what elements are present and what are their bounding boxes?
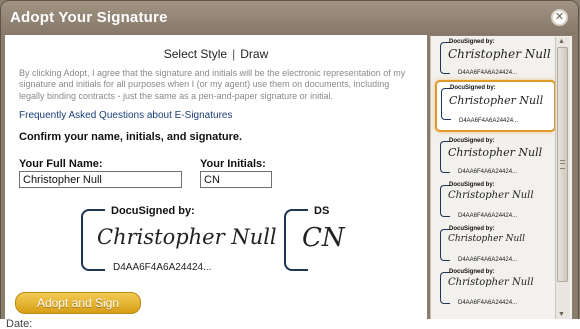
option-id: D4AA6F4A6A24424... (458, 70, 518, 76)
option-id: D4AA6F4A6A24424... (458, 169, 518, 175)
style-tabs: Select Style | Draw (5, 47, 427, 61)
signature-preview-id: D4AA6F4A6A24424... (113, 262, 212, 273)
full-name-input[interactable] (19, 171, 182, 188)
option-signature: Christopher Null (448, 146, 543, 159)
option-header: DocuSigned by: (449, 182, 495, 188)
background-date-label: Date: (6, 318, 33, 329)
option-header: DocuSigned by: (450, 85, 496, 91)
option-id: D4AA6F4A6A24424... (458, 300, 518, 306)
initials-preview-header: DS (314, 205, 330, 217)
tab-select-style[interactable]: Select Style (164, 47, 227, 61)
initials-preview: CN (302, 223, 345, 253)
option-signature: Christopher Null (448, 234, 525, 244)
option-signature: Christopher Null (449, 94, 544, 107)
initials-label: Your Initials: (200, 158, 266, 170)
option-signature: Christopher Null (448, 47, 551, 61)
style-option[interactable]: DocuSigned by: Christopher Null D4AA6F4A… (438, 269, 553, 311)
dialog-content: Select Style | Draw By clicking Adopt, I a… (5, 35, 427, 320)
background-page-strip (0, 319, 580, 329)
tab-draw[interactable]: Draw (240, 47, 268, 61)
signature-style-list[interactable]: DocuSigned by: Christopher Null D4AA6F4A… (430, 36, 572, 320)
option-header: DocuSigned by: (449, 226, 495, 232)
style-list-scrollbar[interactable]: ▲ ▼ (555, 37, 570, 320)
option-id: D4AA6F4A6A24424... (458, 213, 518, 219)
grip-icon (560, 160, 565, 169)
legal-disclosure-text: By clicking Adopt, I agree that the sign… (19, 68, 406, 101)
signature-preview-header: DocuSigned by: (111, 205, 195, 217)
faq-link[interactable]: Frequently Asked Questions about E-Signa… (19, 110, 232, 121)
scroll-down-icon[interactable]: ▼ (558, 311, 565, 318)
scrollbar-thumb[interactable] (557, 47, 568, 282)
style-option[interactable]: DocuSigned by: Christopher Null D4AA6F4A… (438, 226, 553, 268)
close-icon[interactable]: ✕ (551, 9, 568, 26)
option-signature: Christopher Null (448, 277, 534, 288)
style-option[interactable]: DocuSigned by: Christopher Null D4AA6F4A… (438, 182, 553, 224)
tab-separator: | (232, 47, 236, 61)
signature-preview: Christopher Null (97, 225, 277, 249)
adopt-signature-dialog: Adopt Your Signature ✕ Select Style | Draw… (1, 1, 578, 326)
style-option[interactable]: DocuSigned by: Christopher Null D4AA6F4A… (438, 39, 553, 81)
option-id: D4AA6F4A6A24424... (458, 257, 518, 263)
adopt-and-sign-button[interactable]: Adopt and Sign (15, 292, 141, 314)
option-header: DocuSigned by: (449, 39, 495, 45)
option-signature: Christopher Null (448, 190, 534, 201)
dialog-title-bar[interactable]: Adopt Your Signature ✕ (1, 1, 578, 35)
confirm-heading: Confirm your name, initials, and signatu… (19, 131, 243, 143)
style-option-selected[interactable]: DocuSigned by: Christopher Null D4AA6F4A… (435, 80, 556, 132)
initials-input[interactable] (200, 171, 272, 188)
full-name-label: Your Full Name: (19, 158, 103, 170)
option-header: DocuSigned by: (449, 269, 495, 275)
dialog-title: Adopt Your Signature (10, 9, 168, 26)
scroll-up-icon[interactable]: ▲ (558, 38, 565, 45)
option-header: DocuSigned by: (449, 138, 495, 144)
style-option[interactable]: DocuSigned by: Christopher Null D4AA6F4A… (438, 138, 553, 180)
option-id: D4AA6F4A6A24424... (459, 118, 519, 124)
